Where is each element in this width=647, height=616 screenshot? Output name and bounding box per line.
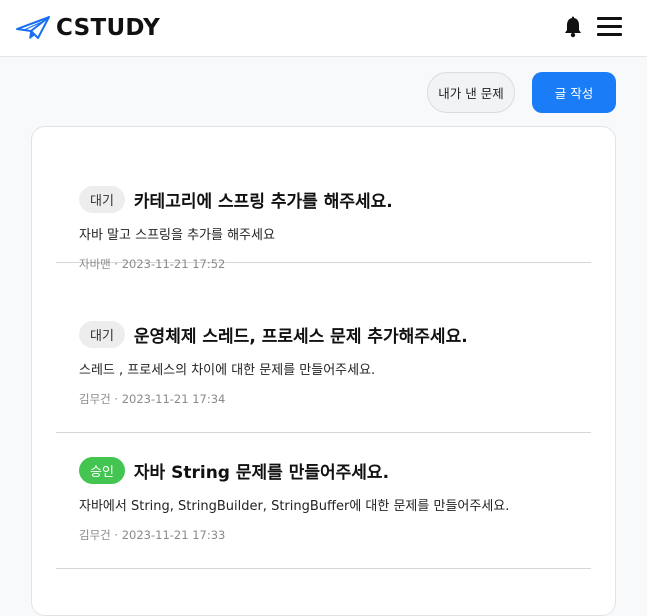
status-badge: 대기 (79, 321, 125, 348)
post-item[interactable]: 대기 카테고리에 스프링 추가를 해주세요. 자바 말고 스프링을 추가를 해주… (56, 127, 591, 271)
post-item[interactable]: 승인 자바 String 문제를 만들어주세요. 자바에서 String, St… (56, 433, 591, 569)
post-date: 2023-11-21 17:52 (121, 257, 226, 271)
post-title[interactable]: 자바 String 문제를 만들어주세요. (134, 458, 389, 483)
post-title-row: 대기 카테고리에 스프링 추가를 해주세요. (79, 186, 393, 213)
post-meta: 자바맨 · 2023-11-21 17:52 (79, 256, 225, 272)
post-title[interactable]: 운영체제 스레드, 프로세스 문제 추가해주세요. (134, 322, 468, 347)
status-badge: 승인 (79, 457, 125, 484)
bell-icon[interactable] (562, 16, 584, 38)
status-badge: 대기 (79, 186, 125, 213)
post-item[interactable]: 대기 운영체제 스레드, 프로세스 문제 추가해주세요. 스레드 , 프로세스의… (56, 297, 591, 433)
post-list-card: 대기 카테고리에 스프링 추가를 해주세요. 자바 말고 스프링을 추가를 해주… (31, 126, 616, 616)
post-date: 2023-11-21 17:34 (121, 392, 226, 406)
post-title-row: 대기 운영체제 스레드, 프로세스 문제 추가해주세요. (79, 321, 468, 348)
logo-text: CSTUDY (56, 15, 161, 41)
top-header: CSTUDY (0, 0, 647, 57)
meta-separator: · (114, 528, 119, 542)
post-title[interactable]: 카테고리에 스프링 추가를 해주세요. (134, 187, 393, 212)
post-date: 2023-11-21 17:33 (121, 528, 226, 542)
post-author: 김무건 (79, 528, 111, 542)
meta-separator: · (114, 392, 119, 406)
post-author: 김무건 (79, 392, 111, 406)
my-posts-button[interactable]: 내가 낸 문제 (427, 72, 515, 113)
post-body: 자바 말고 스프링을 추가를 해주세요 (79, 228, 275, 243)
write-post-button[interactable]: 글 작성 (532, 72, 616, 113)
post-meta: 김무건 · 2023-11-21 17:33 (79, 527, 225, 543)
hamburger-menu-icon[interactable] (597, 17, 622, 37)
post-author: 자바맨 (79, 257, 111, 271)
post-body: 자바에서 String, StringBuilder, StringBuffer… (79, 499, 510, 514)
post-meta: 김무건 · 2023-11-21 17:34 (79, 391, 225, 407)
post-title-row: 승인 자바 String 문제를 만들어주세요. (79, 457, 389, 484)
post-body: 스레드 , 프로세스의 차이에 대한 문제를 만들어주세요. (79, 363, 376, 378)
logo[interactable]: CSTUDY (16, 14, 160, 42)
paper-plane-icon (16, 16, 50, 40)
meta-separator: · (114, 257, 119, 271)
